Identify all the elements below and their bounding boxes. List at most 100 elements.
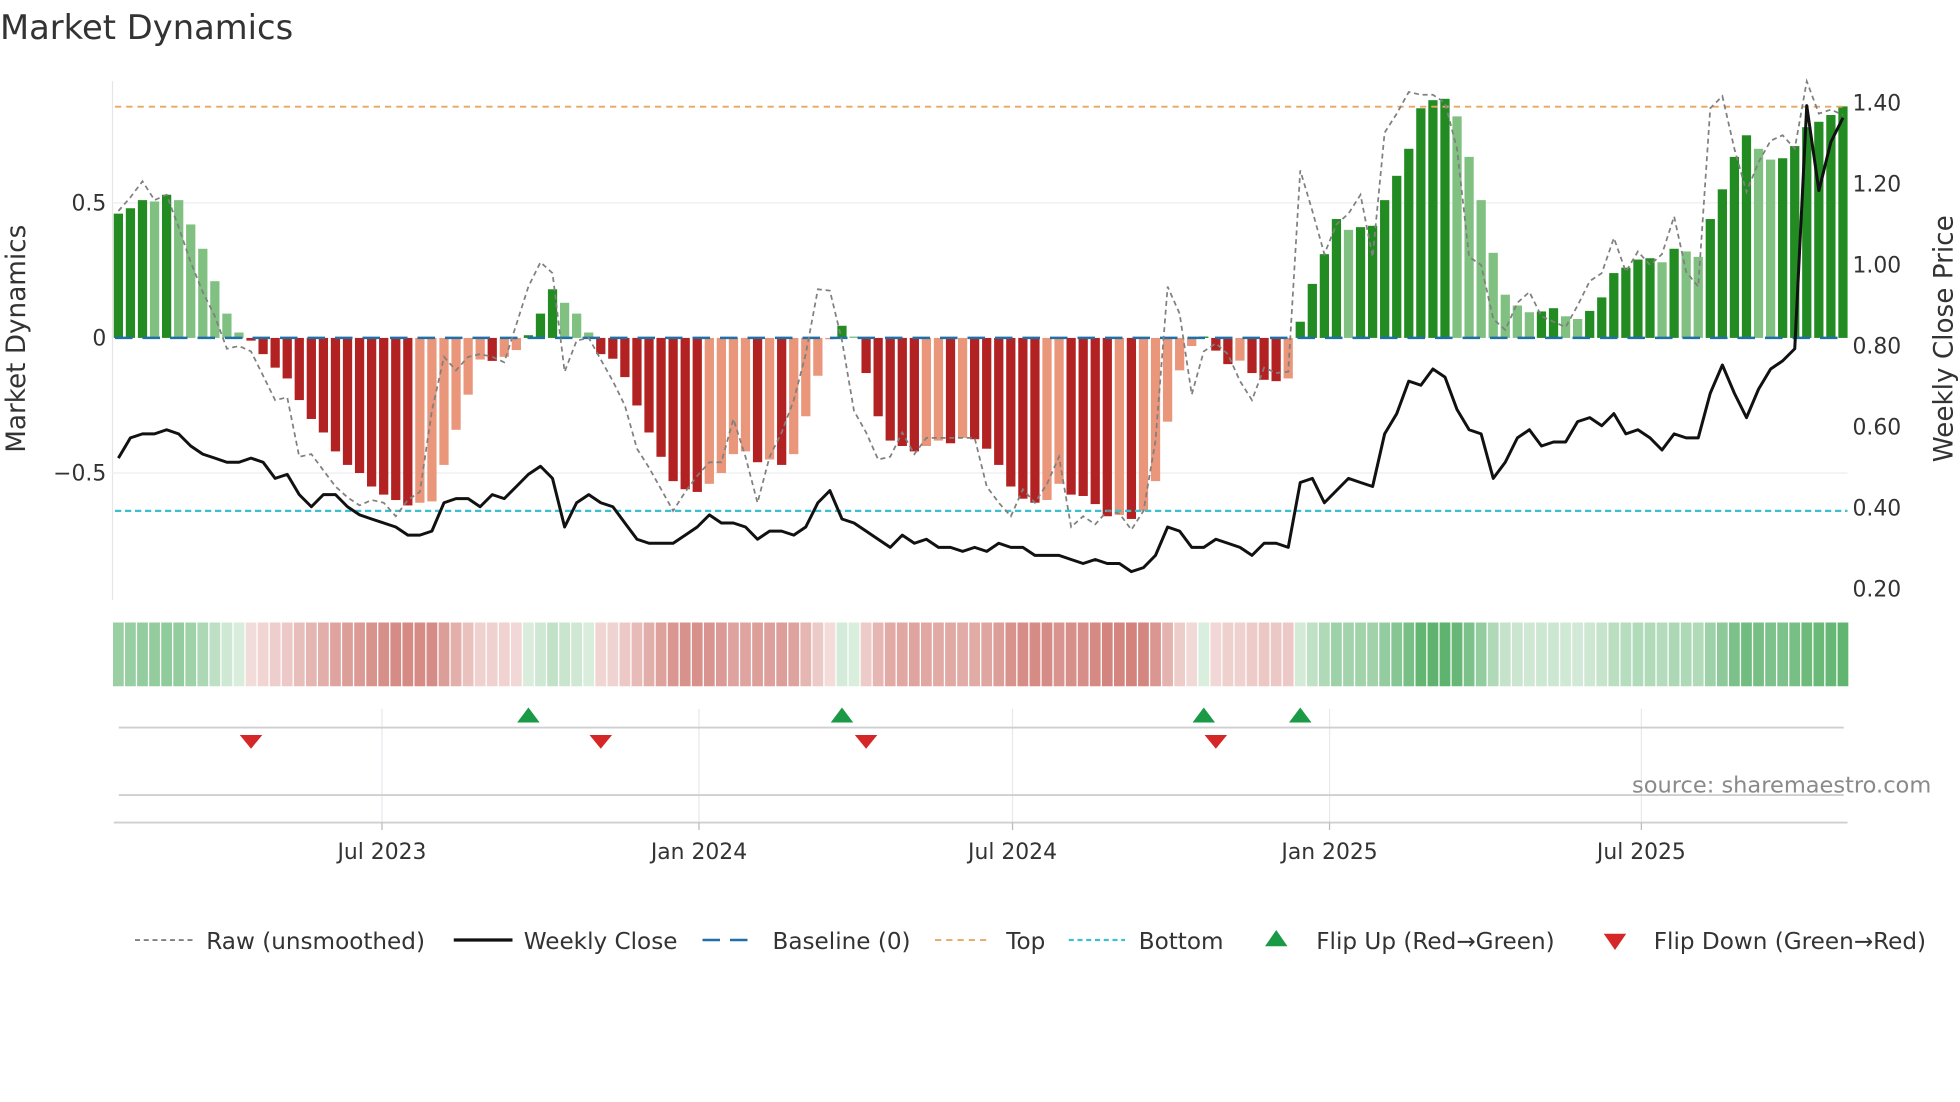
flip-down-marker xyxy=(854,735,878,749)
bar xyxy=(740,337,751,452)
bar xyxy=(1609,273,1619,338)
flip-down-marker xyxy=(589,735,613,749)
bar xyxy=(1524,312,1535,338)
flip-up-marker xyxy=(517,707,540,723)
bar xyxy=(1548,308,1559,338)
heat-cell xyxy=(342,622,353,687)
heat-cell xyxy=(1680,622,1692,687)
heat-cell xyxy=(1246,622,1258,687)
heat-cell xyxy=(921,622,932,687)
bar xyxy=(1295,321,1305,338)
bar xyxy=(1826,115,1836,338)
heat-cell xyxy=(788,622,800,687)
triangle-down-icon xyxy=(1603,933,1627,950)
heat-cell xyxy=(1053,622,1065,687)
heat-cell xyxy=(764,622,775,687)
heat-cell xyxy=(655,622,667,687)
bar xyxy=(342,337,353,465)
flip-panel xyxy=(113,707,1848,824)
bar xyxy=(1464,156,1474,338)
heat-cell xyxy=(330,622,341,687)
bar xyxy=(572,313,582,338)
bar xyxy=(379,337,389,495)
x-axis: Jul 2023 Jan 2024 Jul 2024 Jan 2025 Jul 2025 xyxy=(335,822,1686,865)
flip-up-marker xyxy=(1192,707,1216,723)
heat-cell xyxy=(1620,622,1632,687)
heat-cell xyxy=(197,622,209,687)
bar xyxy=(1657,262,1667,338)
heat-cell xyxy=(269,622,281,687)
bar xyxy=(1211,337,1221,351)
heat-cell xyxy=(1343,622,1354,687)
heat-cell xyxy=(1536,622,1547,687)
legend-item-close: Weekly Close xyxy=(453,929,677,955)
legend-item-raw: Raw (unsmoothed) xyxy=(135,929,425,955)
legend-label: Raw (unsmoothed) xyxy=(206,929,425,955)
heat-cell xyxy=(872,622,884,687)
heat-cell xyxy=(209,622,221,687)
bar xyxy=(559,302,570,338)
heat-cell xyxy=(1584,622,1596,687)
bars xyxy=(113,98,1848,519)
bar xyxy=(1271,337,1281,382)
bar xyxy=(861,337,871,374)
heat-cell xyxy=(752,622,763,687)
bar xyxy=(475,337,485,360)
heat-cell xyxy=(1041,622,1053,687)
bar xyxy=(837,325,847,338)
heat-cell xyxy=(1005,622,1017,687)
heat-cell xyxy=(884,622,896,687)
heat-cell xyxy=(1234,622,1246,687)
bar xyxy=(1018,337,1028,499)
bar xyxy=(1175,337,1185,371)
bar xyxy=(1078,337,1088,496)
heat-cell xyxy=(1499,622,1511,687)
bar xyxy=(161,194,172,338)
heat-cell xyxy=(1825,622,1837,687)
bar xyxy=(463,337,473,395)
heat-cell xyxy=(1427,622,1439,687)
raw-line xyxy=(117,77,1844,532)
x-tick-label: Jan 2024 xyxy=(649,840,747,865)
bar xyxy=(933,337,944,441)
heat-cell xyxy=(1596,622,1608,687)
bar xyxy=(535,313,546,338)
bar xyxy=(1488,252,1498,338)
heat-cell xyxy=(1524,622,1535,687)
heat-cell xyxy=(933,622,944,687)
chart-title: Market Dynamics xyxy=(0,8,293,47)
bar xyxy=(1343,229,1354,338)
heat-cell xyxy=(728,622,739,687)
bar xyxy=(113,213,123,338)
heat-cell xyxy=(173,622,185,687)
bar xyxy=(1681,251,1691,338)
heat-cell xyxy=(824,622,836,687)
bar xyxy=(909,337,919,452)
heat-cell xyxy=(1668,622,1680,687)
heat-cell xyxy=(233,622,245,687)
heat-cell xyxy=(1644,622,1656,687)
bar xyxy=(957,337,968,438)
legend-label: Flip Up (Red→Green) xyxy=(1316,929,1554,955)
bar xyxy=(1066,337,1076,495)
heat-cell xyxy=(559,622,570,687)
bar xyxy=(1331,219,1342,338)
x-tick-label: Jan 2025 xyxy=(1279,840,1377,865)
bar xyxy=(1512,305,1522,338)
heat-cell xyxy=(1162,622,1173,687)
heat-cell xyxy=(1174,622,1186,687)
bar xyxy=(1645,258,1655,338)
heat-cell xyxy=(1210,622,1222,687)
source-text: source: sharemaestro.com xyxy=(1632,773,1931,799)
y-tick-label-right: 0.60 xyxy=(1853,415,1902,440)
heat-cell xyxy=(185,622,197,687)
heat-cell xyxy=(1017,622,1029,687)
heat-cell xyxy=(535,622,546,687)
heat-cell xyxy=(993,622,1005,687)
bar xyxy=(391,337,401,501)
bar xyxy=(330,337,341,452)
heat-cell xyxy=(1186,622,1198,687)
bar xyxy=(451,337,461,430)
bar xyxy=(1428,100,1438,338)
x-tick-label: Jul 2024 xyxy=(966,840,1057,865)
